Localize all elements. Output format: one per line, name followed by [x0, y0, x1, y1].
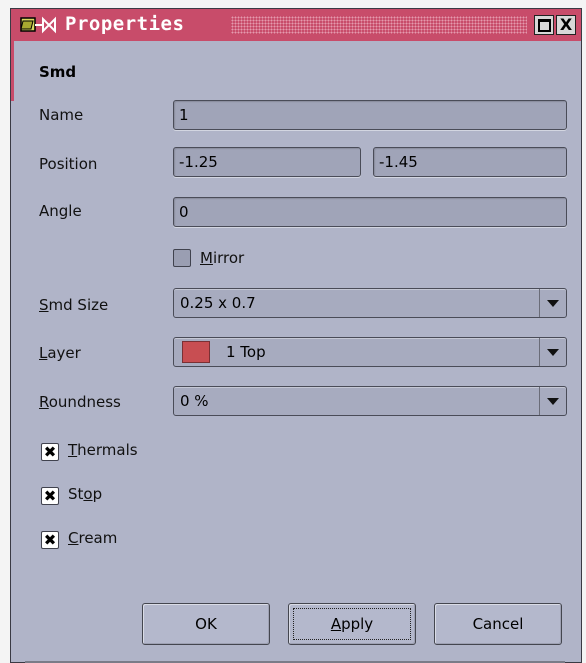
cream-label[interactable]: Cream: [68, 529, 117, 547]
layer-color-swatch: [182, 341, 210, 363]
apply-button[interactable]: Apply: [288, 603, 416, 645]
ok-button[interactable]: OK: [142, 603, 270, 645]
app-pin-icon: [20, 16, 56, 34]
window-edge: [11, 41, 14, 101]
roundness-dropdown-button[interactable]: [539, 387, 566, 415]
stop-checkbox[interactable]: ✖: [41, 487, 59, 505]
mirror-label-rest: irror: [212, 249, 245, 267]
smd-size-value: 0.25 x 0.7: [180, 294, 256, 312]
mirror-mnemonic: M: [200, 249, 213, 267]
position-y-field[interactable]: -1.45: [373, 147, 567, 177]
apply-mnemonic: A: [330, 615, 342, 633]
thermals-label-rest: hermals: [77, 441, 138, 459]
layer-dropdown-button[interactable]: [539, 338, 566, 366]
roundness-combo[interactable]: 0 %: [173, 386, 567, 416]
layer-combo[interactable]: 1 Top: [173, 337, 567, 367]
cream-mnemonic: C: [68, 529, 79, 547]
smd-size-combo[interactable]: 0.25 x 0.7: [173, 288, 567, 318]
window-title: Properties: [65, 13, 185, 35]
chevron-down-icon: [547, 348, 559, 356]
smd-size-dropdown-button[interactable]: [539, 289, 566, 317]
thermals-checkbox[interactable]: ✖: [41, 443, 59, 461]
position-x-field[interactable]: -1.25: [173, 147, 361, 177]
stop-mnemonic: o: [83, 485, 93, 503]
angle-field[interactable]: 0: [173, 197, 567, 227]
chevron-down-icon: [547, 397, 559, 405]
chevron-down-icon: [547, 299, 559, 307]
angle-label: Angle: [39, 202, 82, 220]
apply-label-rest: pply: [341, 615, 374, 633]
mirror-checkbox[interactable]: [173, 249, 191, 267]
properties-dialog: Properties X Smd Name 1 Position -1.25 -…: [10, 8, 582, 663]
thermals-label[interactable]: Thermals: [68, 441, 138, 459]
cancel-button[interactable]: Cancel: [434, 603, 562, 645]
layer-label: Layer: [39, 344, 81, 362]
smd-size-mnemonic: S: [39, 296, 49, 314]
roundness-mnemonic: R: [39, 393, 49, 411]
stop-label-rest: p: [92, 485, 103, 503]
smd-size-label-rest: md Size: [48, 296, 109, 314]
mirror-label[interactable]: Mirror: [200, 249, 244, 267]
smd-size-label: Smd Size: [39, 296, 108, 314]
cream-label-rest: ream: [78, 529, 118, 547]
roundness-value: 0 %: [180, 392, 209, 410]
close-icon: X: [559, 15, 573, 34]
cream-checkbox[interactable]: ✖: [41, 531, 59, 549]
check-mark-icon: ✖: [43, 530, 57, 549]
stop-label-pre: St: [68, 485, 84, 503]
check-mark-icon: ✖: [43, 442, 57, 461]
title-grip: [231, 16, 527, 34]
section-title: Smd: [39, 63, 77, 81]
stop-label[interactable]: Stop: [68, 485, 102, 503]
title-bar[interactable]: Properties X: [11, 9, 581, 41]
roundness-label: Roundness: [39, 393, 121, 411]
close-button[interactable]: X: [556, 15, 576, 35]
layer-label-rest: ayer: [47, 344, 81, 362]
name-field[interactable]: 1: [173, 100, 567, 130]
thermals-mnemonic: T: [68, 441, 78, 459]
name-label: Name: [39, 106, 84, 124]
position-label: Position: [39, 155, 98, 173]
check-mark-icon: ✖: [43, 486, 57, 505]
roundness-label-rest: oundness: [48, 393, 121, 411]
maximize-button[interactable]: [534, 15, 554, 35]
layer-value: 1 Top: [226, 343, 266, 361]
maximize-icon: [537, 18, 551, 32]
